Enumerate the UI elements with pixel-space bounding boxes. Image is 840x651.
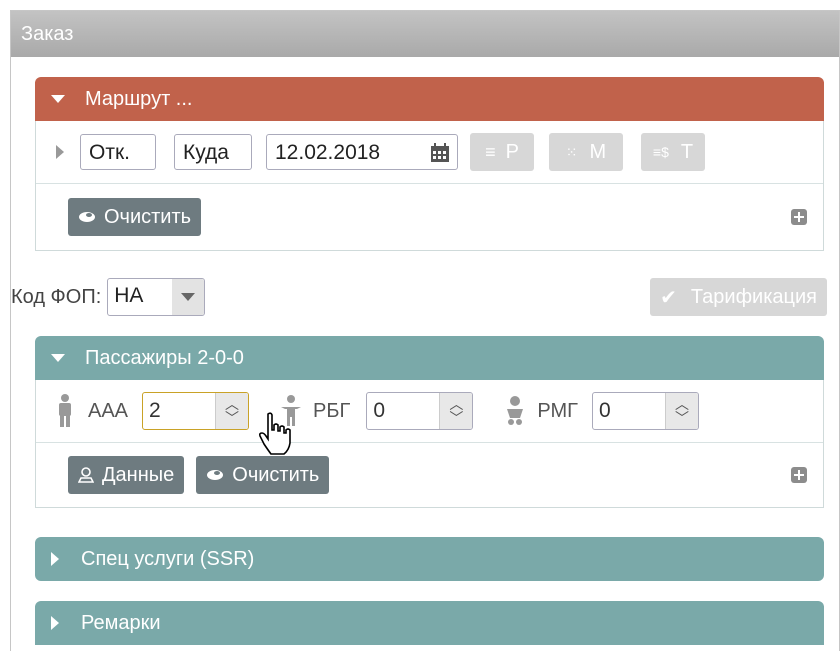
tariff-list-icon: ≡$	[652, 144, 669, 160]
passenger-add-icon[interactable]	[791, 467, 807, 483]
passengers-section-body: ААА 2 ︿ ﹀ РБГ 0 ︿ ﹀ РМГ 0 ︿ ﹀ Данные Очи…	[35, 380, 824, 508]
remarks-section-title: Ремарки	[81, 612, 161, 634]
ssr-section-header[interactable]: Спец услуги (SSR)	[35, 537, 824, 581]
check-icon: ✔	[660, 286, 677, 309]
adult-count-value: 2	[149, 399, 161, 422]
fop-row: Код ФОП: НА ✔ Тарификация	[11, 277, 839, 317]
adult-person-icon	[59, 394, 71, 427]
child-label: РБГ	[313, 399, 351, 422]
remarks-section-header[interactable]: Ремарки	[35, 601, 824, 645]
expand-row-icon[interactable]	[56, 145, 64, 159]
route-section-body: Отк. Куда 12.02.2018 ≡ P ⁙ M ≡$ T Очисти…	[35, 121, 824, 251]
route-section-title: Маршрут ...	[85, 88, 193, 110]
from-input[interactable]: Отк.	[80, 134, 156, 170]
infant-icon	[507, 396, 524, 425]
passenger-clear-button[interactable]: Очистить	[196, 456, 330, 494]
order-panel: Заказ Маршрут ... Отк. Куда 12.02.2018 ≡…	[10, 10, 840, 651]
route-section: Маршрут ... Отк. Куда 12.02.2018 ≡ P ⁙ M…	[35, 77, 824, 251]
expand-triangle-icon	[51, 552, 59, 566]
mode-m-button[interactable]: ⁙ M	[549, 133, 623, 171]
fop-value: НА	[114, 284, 144, 307]
route-add-icon[interactable]	[791, 209, 807, 225]
passenger-data-button[interactable]: Данные	[68, 456, 185, 494]
stepper-arrows-icon[interactable]: ︿ ﹀	[439, 393, 473, 429]
infant-count-stepper[interactable]: 0 ︿ ﹀	[591, 392, 699, 430]
infant-label: РМГ	[537, 399, 578, 422]
collapse-triangle-icon	[51, 95, 65, 103]
adult-label: ААА	[88, 399, 129, 422]
mode-p-button[interactable]: ≡ P	[470, 133, 534, 171]
hand-cursor-icon	[258, 412, 291, 455]
grid-icon: ⁙	[565, 143, 578, 160]
ssr-section: Спец услуги (SSR)	[35, 537, 824, 581]
route-section-header[interactable]: Маршрут ...	[35, 77, 824, 121]
fop-select[interactable]: НА	[107, 278, 206, 316]
passengers-section: Пассажиры 2-0-0 ААА 2 ︿ ﹀ РБГ 0 ︿ ﹀ РМГ …	[35, 336, 824, 508]
stepper-arrows-icon[interactable]: ︿ ﹀	[664, 393, 698, 429]
user-icon	[78, 467, 94, 483]
infant-count-value: 0	[598, 399, 611, 422]
passengers-section-header[interactable]: Пассажиры 2-0-0	[35, 336, 824, 380]
child-count-value: 0	[373, 399, 386, 422]
passengers-section-title: Пассажиры 2-0-0	[85, 347, 244, 369]
eraser-icon	[207, 470, 224, 480]
fop-label: Код ФОП:	[11, 285, 102, 308]
calendar-icon[interactable]	[429, 142, 451, 164]
stepper-arrows-icon[interactable]: ︿ ﹀	[215, 393, 249, 429]
route-clear-button[interactable]: Очистить	[68, 198, 202, 236]
mode-t-button[interactable]: ≡$ T	[641, 133, 705, 171]
adult-count-stepper[interactable]: 2 ︿ ﹀	[142, 392, 250, 430]
ssr-section-title: Спец услуги (SSR)	[81, 548, 255, 570]
chevron-down-icon	[172, 279, 205, 315]
child-count-stepper[interactable]: 0 ︿ ﹀	[366, 392, 474, 430]
remarks-section: Ремарки	[35, 601, 824, 645]
expand-triangle-icon	[51, 616, 59, 630]
eraser-icon	[79, 212, 95, 222]
date-input[interactable]: 12.02.2018	[266, 134, 458, 170]
list-icon: ≡	[485, 141, 496, 162]
order-panel-title: Заказ	[11, 11, 839, 57]
collapse-triangle-icon	[51, 354, 65, 362]
date-value: 12.02.2018	[275, 141, 381, 164]
tarification-button[interactable]: ✔ Тарификация	[650, 278, 827, 316]
to-input[interactable]: Куда	[174, 134, 252, 170]
